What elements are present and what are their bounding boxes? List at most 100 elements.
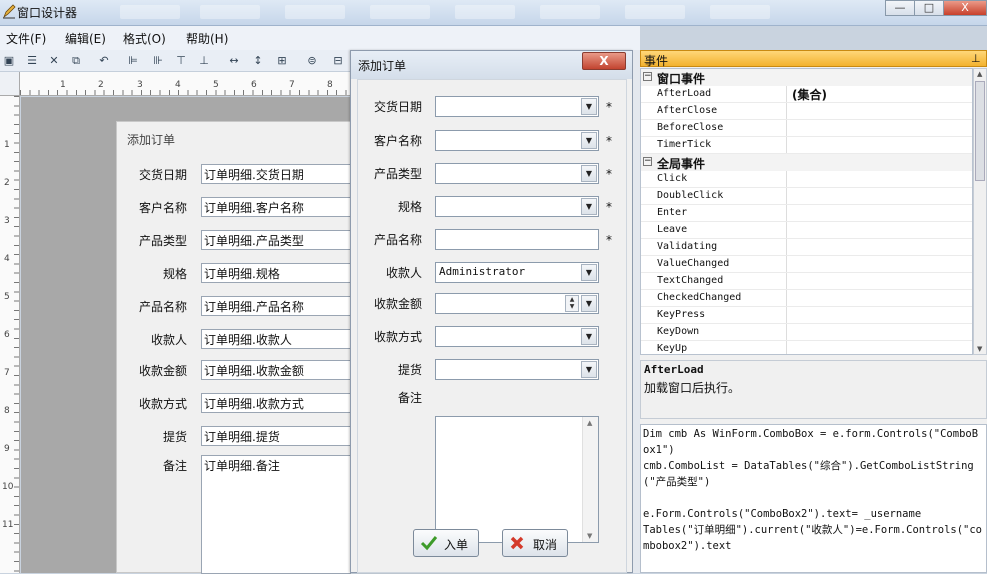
undo-icon[interactable]: ↶ <box>96 53 112 69</box>
restore-button[interactable]: □ <box>914 0 944 16</box>
ruler-number: 7 <box>4 368 10 378</box>
background-tab <box>455 5 515 19</box>
event-row[interactable]: TextChanged <box>641 273 972 290</box>
menu-format[interactable]: 格式(O) <box>123 30 166 47</box>
vertical-ruler: 1 2 3 4 5 6 7 8 9 10 11 <box>0 96 20 573</box>
event-row[interactable]: CheckedChanged <box>641 290 972 307</box>
design-field[interactable]: 订单明细.收款人 <box>201 329 351 349</box>
background-tab <box>370 5 430 19</box>
remarks-textarea[interactable]: ▲ ▼ <box>435 416 599 543</box>
collapse-icon[interactable]: − <box>643 72 652 81</box>
design-field[interactable]: 订单明细.备注 <box>201 455 351 574</box>
scroll-thumb[interactable] <box>975 81 985 181</box>
dialog-close-button[interactable]: X <box>582 52 626 70</box>
category-window-events[interactable]: − 窗口事件 <box>641 69 972 86</box>
product-type-combo[interactable]: ▼ <box>435 163 599 184</box>
spacing-icon[interactable]: ⊟ <box>330 53 346 69</box>
chevron-down-icon[interactable]: ▼ <box>581 361 597 378</box>
chevron-down-icon[interactable]: ▼ <box>581 198 597 215</box>
minimize-button[interactable]: — <box>885 0 915 16</box>
align-bottom-icon[interactable]: ⊥ <box>196 53 212 69</box>
horizontal-ruler: 1 2 3 4 5 6 7 8 <box>20 72 350 96</box>
amount-input[interactable]: ▲ ▼ ▼ <box>435 293 599 314</box>
dialog-title: 添加订单 <box>358 59 407 73</box>
event-row[interactable]: BeforeClose <box>641 120 972 137</box>
cancel-button[interactable]: 取消 <box>502 529 568 557</box>
menu-file[interactable]: 文件(F) <box>6 30 46 47</box>
menu-help[interactable]: 帮助(H) <box>186 30 228 47</box>
ruler-number: 8 <box>4 406 10 416</box>
chevron-down-icon[interactable]: ▼ <box>581 132 597 149</box>
event-grid-scrollbar[interactable]: ▲ ▼ <box>973 68 987 355</box>
chevron-down-icon[interactable]: ▼ <box>581 264 597 281</box>
event-row[interactable]: DoubleClick <box>641 188 972 205</box>
code-editor[interactable]: Dim cmb As WinForm.ComboBox = e.form.Con… <box>640 424 987 573</box>
chevron-down-icon[interactable]: ▼ <box>581 98 597 115</box>
app-close-button[interactable]: X <box>943 0 987 16</box>
align-left-icon[interactable]: ⊫ <box>125 53 141 69</box>
design-field[interactable]: 订单明细.产品名称 <box>201 296 351 316</box>
design-form[interactable]: 添加订单 交货日期 订单明细.交货日期 客户名称 订单明细.客户名称 产品类型 … <box>116 121 351 574</box>
toolbar: ▣ ☰ ✕ ⧉ ↶ ⊫ ⊪ ⊤ ⊥ ↔ ↕ ⊞ ⊜ ⊟ <box>0 50 350 72</box>
same-height-icon[interactable]: ↕ <box>250 53 266 69</box>
product-name-input[interactable] <box>435 229 599 250</box>
center-icon[interactable]: ⊜ <box>304 53 320 69</box>
ruler-number: 3 <box>137 80 143 90</box>
events-panel: 事件 ⊥ − 窗口事件 AfterLoad (集合) AfterClose Befo… <box>640 50 987 573</box>
save-icon[interactable]: ▣ <box>1 53 17 69</box>
event-row[interactable]: Click <box>641 171 972 188</box>
event-row[interactable]: Leave <box>641 222 972 239</box>
event-row[interactable]: AfterLoad (集合) <box>641 86 972 103</box>
chevron-down-icon[interactable]: ▼ <box>581 295 597 312</box>
event-row[interactable]: ValueChanged <box>641 256 972 273</box>
chevron-down-icon[interactable]: ▼ <box>581 165 597 182</box>
design-label: 收款人 <box>150 333 187 347</box>
payment-method-combo[interactable]: ▼ <box>435 326 599 347</box>
ruler-number: 7 <box>289 80 295 90</box>
align-right-icon[interactable]: ⊪ <box>150 53 166 69</box>
same-width-icon[interactable]: ↔ <box>226 53 242 69</box>
chevron-down-icon[interactable]: ▼ <box>581 328 597 345</box>
design-field[interactable]: 订单明细.提货 <box>201 426 351 446</box>
dialog-titlebar: 添加订单 X <box>351 51 632 79</box>
category-global-events[interactable]: − 全局事件 <box>641 154 972 171</box>
payee-combo[interactable]: Administrator ▼ <box>435 262 599 283</box>
event-row[interactable]: TimerTick <box>641 137 972 154</box>
spinner-icon[interactable]: ▲ ▼ <box>565 295 579 312</box>
design-label: 规格 <box>162 267 187 281</box>
field-label: 提货 <box>397 363 422 377</box>
splitter[interactable] <box>633 50 640 573</box>
event-row[interactable]: AfterClose <box>641 103 972 120</box>
copy-icon[interactable]: ⧉ <box>68 53 84 69</box>
design-field[interactable]: 订单明细.产品类型 <box>201 230 351 250</box>
event-row[interactable]: KeyDown <box>641 324 972 341</box>
event-row[interactable]: Enter <box>641 205 972 222</box>
remarks-scrollbar[interactable]: ▲ ▼ <box>582 417 598 542</box>
ruler-number: 9 <box>4 444 10 454</box>
design-field[interactable]: 订单明细.收款方式 <box>201 393 351 413</box>
spec-combo[interactable]: ▼ <box>435 196 599 217</box>
menu-edit[interactable]: 编辑(E) <box>65 30 106 47</box>
design-field[interactable]: 订单明细.客户名称 <box>201 197 351 217</box>
event-row[interactable]: Validating <box>641 239 972 256</box>
event-row[interactable]: KeyUp <box>641 341 972 354</box>
pin-icon[interactable]: ⊥ <box>971 52 981 65</box>
design-field[interactable]: 订单明细.交货日期 <box>201 164 351 184</box>
customer-combo[interactable]: ▼ <box>435 130 599 151</box>
design-label: 产品类型 <box>138 234 187 248</box>
design-field[interactable]: 订单明细.收款金额 <box>201 360 351 380</box>
ruler-number: 10 <box>2 482 14 492</box>
cut-icon[interactable]: ✕ <box>46 53 62 69</box>
design-label: 备注 <box>162 459 187 473</box>
pickup-combo[interactable]: ▼ <box>435 359 599 380</box>
collapse-icon[interactable]: − <box>643 157 652 166</box>
submit-order-button[interactable]: 入单 <box>413 529 479 557</box>
tab-order-icon[interactable]: ☰ <box>24 53 40 69</box>
delivery-date-picker[interactable]: ▼ <box>435 96 599 117</box>
design-label: 收款方式 <box>138 397 187 411</box>
same-size-icon[interactable]: ⊞ <box>274 53 290 69</box>
design-field[interactable]: 订单明细.规格 <box>201 263 351 283</box>
event-row[interactable]: KeyPress <box>641 307 972 324</box>
cancel-x-icon <box>510 536 524 550</box>
align-top-icon[interactable]: ⊤ <box>173 53 189 69</box>
